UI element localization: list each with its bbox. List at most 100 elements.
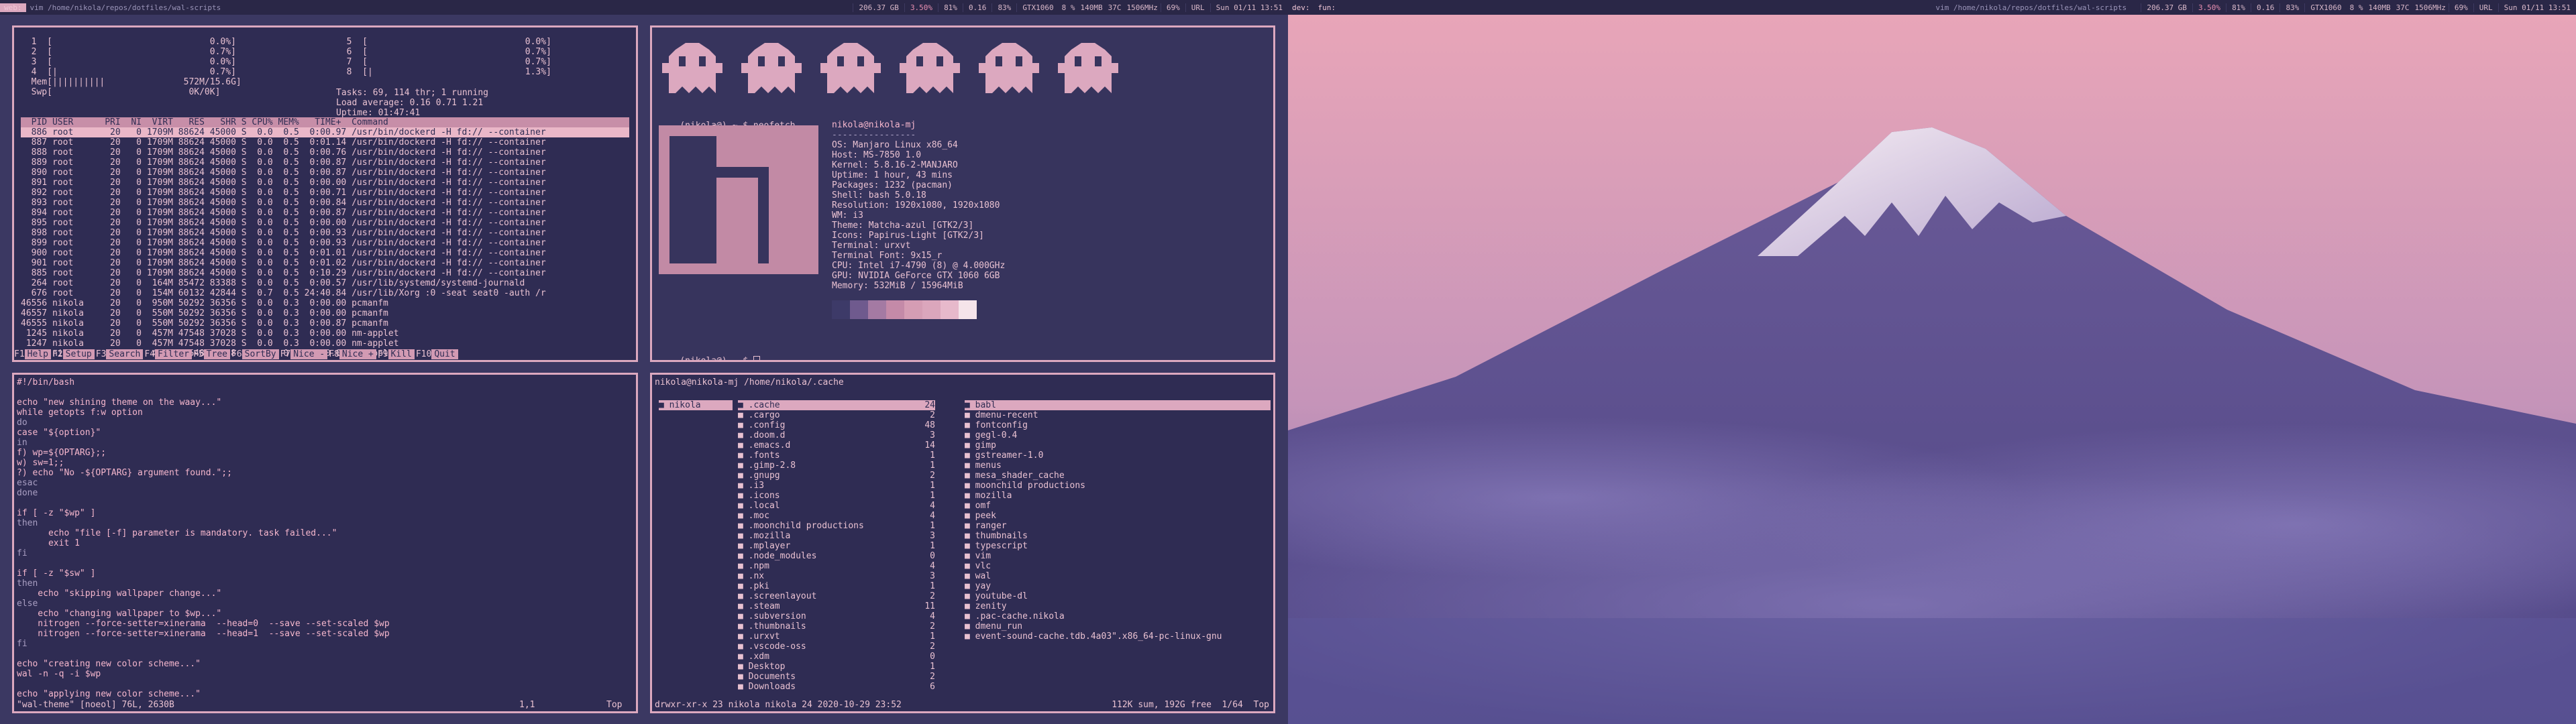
file-entry[interactable]: ■ Downloads 6 [738,682,935,692]
function-key[interactable]: F7 Nice - [280,349,329,360]
process-row[interactable]: 900 root 20 0 1709M 88624 45000 S 0.0 0.… [21,248,629,258]
file-entry[interactable]: ■ typescript [965,541,1271,551]
process-row[interactable]: 885 root 20 0 1709M 88624 45000 S 0.0 0.… [21,268,629,278]
file-entry[interactable]: ■ mesa_shader_cache [965,471,1271,481]
neofetch-terminal[interactable]: (nikola@) ~ $ neofetch nikola@nikola-mj … [650,25,1275,362]
process-row[interactable]: 889 root 20 0 1709M 88624 45000 S 0.0 0.… [21,158,629,168]
process-row[interactable]: 894 root 20 0 1709M 88624 45000 S 0.0 0.… [21,208,629,218]
process-row[interactable]: 888 root 20 0 1709M 88624 45000 S 0.0 0.… [21,147,629,158]
file-entry[interactable]: ■ .mozilla 3 [738,531,935,541]
file-entry[interactable]: ■ Documents 2 [738,672,935,682]
preview-column[interactable]: ■ babl ■ dmenu-recent ■ fontconfig ■ gegl-0… [965,400,1271,642]
file-entry[interactable]: ■ moonchild productions [965,481,1271,491]
function-key[interactable]: F9 Kill [378,349,416,360]
file-entry[interactable]: ■ babl [965,400,1271,410]
file-entry[interactable]: ■ .pac-cache.nikola [965,611,1271,621]
process-row[interactable]: 1247 nikola 20 0 457M 47548 37028 S 0.0 … [21,339,629,349]
file-entry[interactable]: ■ .nx 3 [738,571,935,581]
workspace-button[interactable]: web: [0,3,26,12]
file-entry[interactable]: ■ .screenlayout 2 [738,591,935,601]
file-entry[interactable]: ■ mozilla [965,491,1271,501]
function-key[interactable]: F10 Quit [416,349,460,360]
prompt-line[interactable]: (nikola@) ~ $ [659,346,760,360]
file-entry[interactable]: ■ .gimp-2.8 1 [738,461,935,471]
file-entry[interactable]: ■ .gnupg 2 [738,471,935,481]
process-row[interactable]: 676 root 20 0 154M 60132 42844 S 0.7 0.5… [21,288,629,298]
file-entry[interactable]: ■ .moonchild productions 1 [738,521,935,531]
file-entry[interactable]: ■ dmenu-recent [965,410,1271,420]
process-row[interactable]: 892 root 20 0 1709M 88624 45000 S 0.0 0.… [21,188,629,198]
process-list[interactable]: 886 root 20 0 1709M 88624 45000 S 0.0 0.… [21,127,629,359]
file-entry[interactable]: ■ gstreamer-1.0 [965,450,1271,461]
process-row[interactable]: 46556 nikola 20 0 950M 50292 36356 S 0.0… [21,298,629,308]
process-row[interactable]: 887 root 20 0 1709M 88624 45000 S 0.0 0.… [21,137,629,147]
process-row[interactable]: 46557 nikola 20 0 550M 50292 36356 S 0.0… [21,308,629,318]
process-table-header[interactable]: PID USER PRI NI VIRT RES SHR S CPU% MEM%… [21,117,629,127]
file-entry[interactable]: ■ vim [965,551,1271,561]
workspace-button[interactable]: fun: [1314,3,1340,12]
function-key[interactable]: F6 SortBy [231,349,280,360]
file-entry[interactable]: ■ .steam 11 [738,601,935,611]
process-row[interactable]: 901 root 20 0 1709M 88624 45000 S 0.0 0.… [21,258,629,268]
vim-window[interactable]: #!/bin/bash echo "new shining theme on th… [12,373,638,713]
file-entry[interactable]: ■ .i3 1 [738,481,935,491]
process-row[interactable]: 1245 nikola 20 0 457M 47548 37028 S 0.0 … [21,328,629,339]
file-entry[interactable]: ■ event-sound-cache.tdb.4a03".x86_64-pc-… [965,631,1271,642]
function-key[interactable]: F2 Setup [52,349,96,360]
file-entry[interactable]: ■ .moc 4 [738,511,935,521]
file-entry[interactable]: ■ .xdm 0 [738,652,935,662]
htop-window[interactable]: 1 [ 0.0%] 5 [ 0.0%] 2 [ 0.7%] 6 [ 0.7%] … [12,25,638,362]
process-row[interactable]: 891 root 20 0 1709M 88624 45000 S 0.0 0.… [21,178,629,188]
process-row[interactable]: 886 root 20 0 1709M 88624 45000 S 0.0 0.… [21,127,629,137]
file-entry[interactable]: ■ .npm 4 [738,561,935,571]
file-entry[interactable]: ■ Desktop 1 [738,662,935,672]
file-entry[interactable]: ■ .pki 1 [738,581,935,591]
function-key[interactable]: F5 Tree [193,349,231,360]
file-entry[interactable]: ■ fontconfig [965,420,1271,430]
file-entry[interactable]: ■ .doom.d 3 [738,430,935,440]
process-row[interactable]: 899 root 20 0 1709M 88624 45000 S 0.0 0.… [21,238,629,248]
file-entry[interactable]: ■ .cache 24 [738,400,935,410]
file-entry[interactable]: ■ .cargo 2 [738,410,935,420]
file-entry[interactable]: ■ zenity [965,601,1271,611]
file-entry[interactable]: ■ ranger [965,521,1271,531]
file-entry[interactable]: ■ dmenu_run [965,621,1271,631]
file-entry[interactable]: ■ .icons 1 [738,491,935,501]
function-key[interactable]: F8 Nice + [329,349,378,360]
file-entry[interactable]: ■ .thumbnails 2 [738,621,935,631]
file-entry[interactable]: ■ .local 4 [738,501,935,511]
file-entry[interactable]: ■ peek [965,511,1271,521]
process-row[interactable]: 895 root 20 0 1709M 88624 45000 S 0.0 0.… [21,218,629,228]
file-entry[interactable]: ■ omf [965,501,1271,511]
file-entry[interactable]: ■ nikola [659,400,733,410]
function-key[interactable]: F1 Help [14,349,52,360]
process-row[interactable]: 898 root 20 0 1709M 88624 45000 S 0.0 0.… [21,228,629,238]
file-entry[interactable]: ■ youtube-dl [965,591,1271,601]
file-entry[interactable]: ■ vlc [965,561,1271,571]
file-entry[interactable]: ■ gegl-0.4 [965,430,1271,440]
process-row[interactable]: 46555 nikola 20 0 550M 50292 36356 S 0.0… [21,318,629,328]
file-entry[interactable]: ■ yay [965,581,1271,591]
process-row[interactable]: 893 root 20 0 1709M 88624 45000 S 0.0 0.… [21,198,629,208]
file-entry[interactable]: ■ .config 48 [738,420,935,430]
process-row[interactable]: 264 root 20 0 164M 85472 83388 S 0.0 0.5… [21,278,629,288]
file-entry[interactable]: ■ .vscode-oss 2 [738,642,935,652]
parent-column[interactable]: ■ nikola [659,400,733,410]
volume-indicator[interactable]: 83% [2279,3,2304,12]
file-entry[interactable]: ■ .node_modules 0 [738,551,935,561]
volume-indicator[interactable]: 83% [991,3,1016,12]
file-entry[interactable]: ■ .urxvt 1 [738,631,935,642]
file-entry[interactable]: ■ .mplayer 1 [738,541,935,551]
file-entry[interactable]: ■ .emacs.d 14 [738,440,935,450]
file-entry[interactable]: ■ .subversion 4 [738,611,935,621]
workspace-button[interactable]: dev: [1288,3,1314,12]
editor-buffer[interactable]: #!/bin/bash echo "new shining theme on th… [17,377,633,699]
process-row[interactable]: 890 root 20 0 1709M 88624 45000 S 0.0 0.… [21,168,629,178]
ranger-window[interactable]: nikola@nikola-mj /home/nikola/.cache ■ n… [650,373,1275,713]
function-key[interactable]: F4 Filter [144,349,193,360]
file-entry[interactable]: ■ .fonts 1 [738,450,935,461]
file-entry[interactable]: ■ wal [965,571,1271,581]
file-entry[interactable]: ■ thumbnails [965,531,1271,541]
current-column[interactable]: ■ .cache 24 ■ .cargo 2 ■ .config 48 ■ .doom.d 3… [738,400,935,692]
file-entry[interactable]: ■ menus [965,461,1271,471]
